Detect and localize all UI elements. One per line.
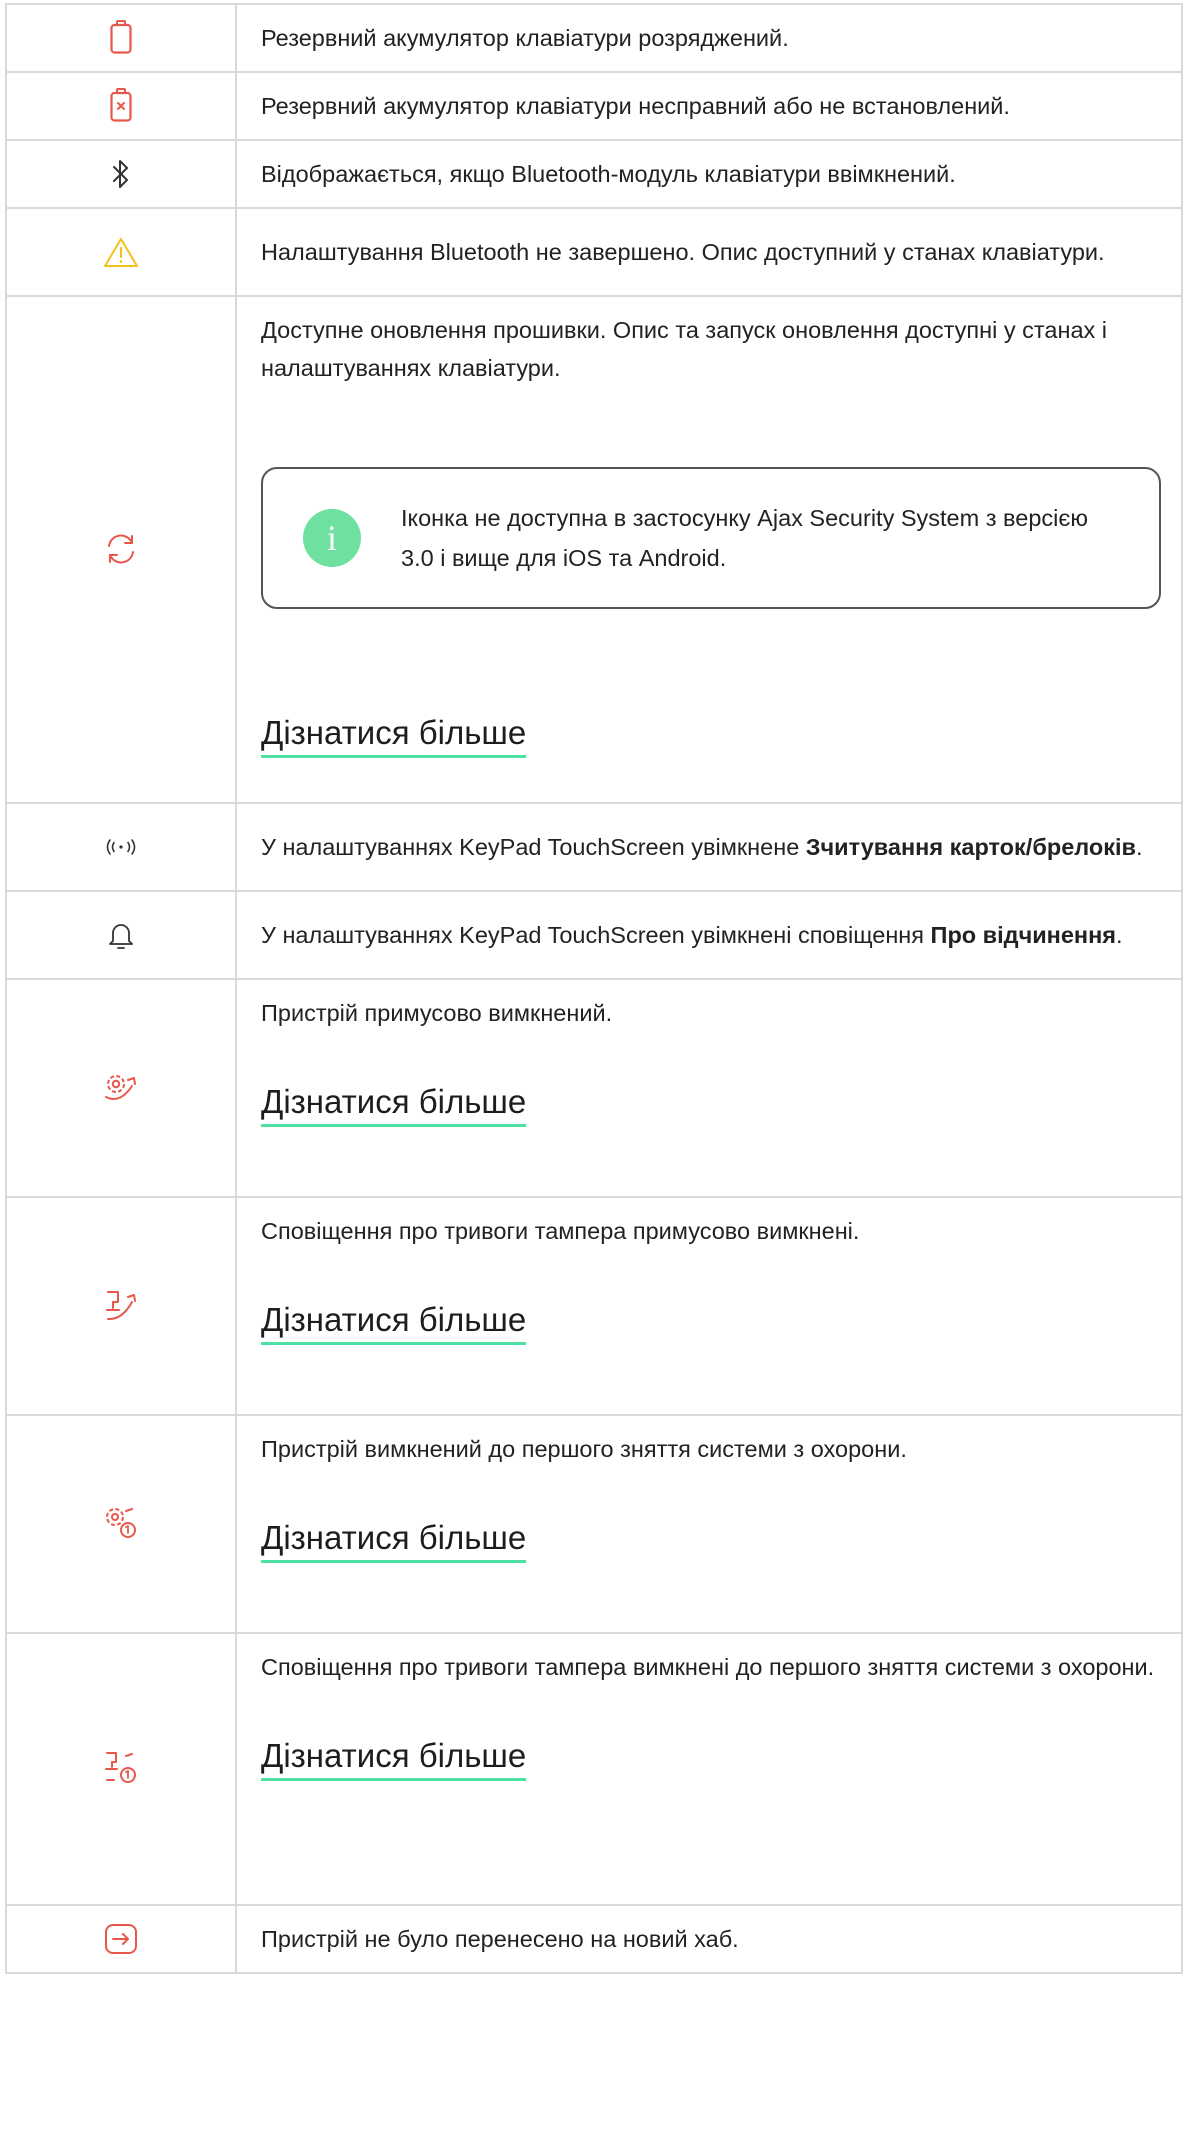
row-text: Відображається, якщо Bluetooth-модуль кл… xyxy=(261,161,956,187)
learn-more-link[interactable]: Дізнатися більше xyxy=(261,1300,527,1345)
info-note: i Іконка не доступна в застосунку Ajax S… xyxy=(261,467,1161,609)
row-text: Пристрій вимкнений до першого зняття сис… xyxy=(261,1436,907,1462)
description-cell: Сповіщення про тривоги тампера примусово… xyxy=(235,1196,1183,1416)
row-text: Доступне оновлення прошивки. Опис та зап… xyxy=(261,317,1108,381)
bluetooth-icon xyxy=(101,154,141,194)
icon-cell xyxy=(5,1196,237,1416)
description-cell: Відображається, якщо Bluetooth-модуль кл… xyxy=(235,139,1183,209)
device-off-until-disarm-icon xyxy=(101,1503,141,1543)
firmware-update-icon xyxy=(101,529,141,569)
tamper-off-until-disarm-icon xyxy=(101,1748,141,1788)
row-text: У налаштуваннях KeyPad TouchScreen увімк… xyxy=(261,834,1143,860)
table-row: У налаштуваннях KeyPad TouchScreen увімк… xyxy=(5,890,1183,980)
learn-more-link[interactable]: Дізнатися більше xyxy=(261,1518,527,1563)
warning-triangle-icon xyxy=(101,232,141,272)
table-row: Відображається, якщо Bluetooth-модуль кл… xyxy=(5,139,1183,209)
description-cell: Резервний акумулятор клавіатури розрядже… xyxy=(235,3,1183,73)
icon-cell xyxy=(5,1632,237,1906)
table-row: Пристрій примусово вимкнений. Дізнатися … xyxy=(5,978,1183,1198)
icon-cell xyxy=(5,207,237,297)
row-text: Сповіщення про тривоги тампера примусово… xyxy=(261,1218,860,1244)
row-text: Резервний акумулятор клавіатури розрядже… xyxy=(261,25,789,51)
description-cell: Пристрій не було перенесено на новий хаб… xyxy=(235,1904,1183,1974)
icon-cell xyxy=(5,1904,237,1974)
row-text: Резервний акумулятор клавіатури несправн… xyxy=(261,93,1010,119)
icon-cell xyxy=(5,890,237,980)
row-text: У налаштуваннях KeyPad TouchScreen увімк… xyxy=(261,922,1123,948)
table-row: Сповіщення про тривоги тампера примусово… xyxy=(5,1196,1183,1416)
row-text: Налаштування Bluetooth не завершено. Опи… xyxy=(261,239,1105,265)
icon-cell xyxy=(5,3,237,73)
device-forced-off-icon xyxy=(101,1067,141,1107)
icon-cell xyxy=(5,139,237,209)
row-text: Пристрій не було перенесено на новий хаб… xyxy=(261,1926,739,1952)
icon-cell xyxy=(5,1414,237,1634)
learn-more-link[interactable]: Дізнатися більше xyxy=(261,713,527,758)
table-row: Резервний акумулятор клавіатури несправн… xyxy=(5,71,1183,141)
table-row: Пристрій вимкнений до першого зняття сис… xyxy=(5,1414,1183,1634)
info-note-text: Іконка не доступна в застосунку Ajax Sec… xyxy=(401,505,1088,571)
learn-more-link[interactable]: Дізнатися більше xyxy=(261,1082,527,1127)
icon-cell xyxy=(5,802,237,892)
transfer-icon xyxy=(101,1919,141,1959)
description-cell: У налаштуваннях KeyPad TouchScreen увімк… xyxy=(235,890,1183,980)
description-cell: Доступне оновлення прошивки. Опис та зап… xyxy=(235,295,1183,804)
icon-cell xyxy=(5,978,237,1198)
description-cell: Резервний акумулятор клавіатури несправн… xyxy=(235,71,1183,141)
description-cell: Сповіщення про тривоги тампера вимкнені … xyxy=(235,1632,1183,1906)
bell-icon xyxy=(101,915,141,955)
table-row: Резервний акумулятор клавіатури розрядже… xyxy=(5,3,1183,73)
tamper-forced-off-icon xyxy=(101,1285,141,1325)
description-cell: Налаштування Bluetooth не завершено. Опи… xyxy=(235,207,1183,297)
battery-fault-icon xyxy=(101,85,141,125)
learn-more-link[interactable]: Дізнатися більше xyxy=(261,1736,527,1781)
row-text: Пристрій примусово вимкнений. xyxy=(261,1000,613,1026)
description-cell: У налаштуваннях KeyPad TouchScreen увімк… xyxy=(235,802,1183,892)
description-cell: Пристрій примусово вимкнений. Дізнатися … xyxy=(235,978,1183,1198)
icon-cell xyxy=(5,295,237,804)
table-row: Сповіщення про тривоги тампера вимкнені … xyxy=(5,1632,1183,1906)
device-status-icons-table: Резервний акумулятор клавіатури розрядже… xyxy=(5,3,1183,1974)
card-reading-icon xyxy=(101,827,141,867)
description-cell: Пристрій вимкнений до першого зняття сис… xyxy=(235,1414,1183,1634)
icon-cell xyxy=(5,71,237,141)
row-text: Сповіщення про тривоги тампера вимкнені … xyxy=(261,1654,1155,1680)
table-row: У налаштуваннях KeyPad TouchScreen увімк… xyxy=(5,802,1183,892)
info-icon: i xyxy=(303,509,361,567)
table-row: Налаштування Bluetooth не завершено. Опи… xyxy=(5,207,1183,297)
battery-empty-icon xyxy=(101,17,141,57)
table-row: Доступне оновлення прошивки. Опис та зап… xyxy=(5,295,1183,804)
table-row: Пристрій не було перенесено на новий хаб… xyxy=(5,1904,1183,1974)
